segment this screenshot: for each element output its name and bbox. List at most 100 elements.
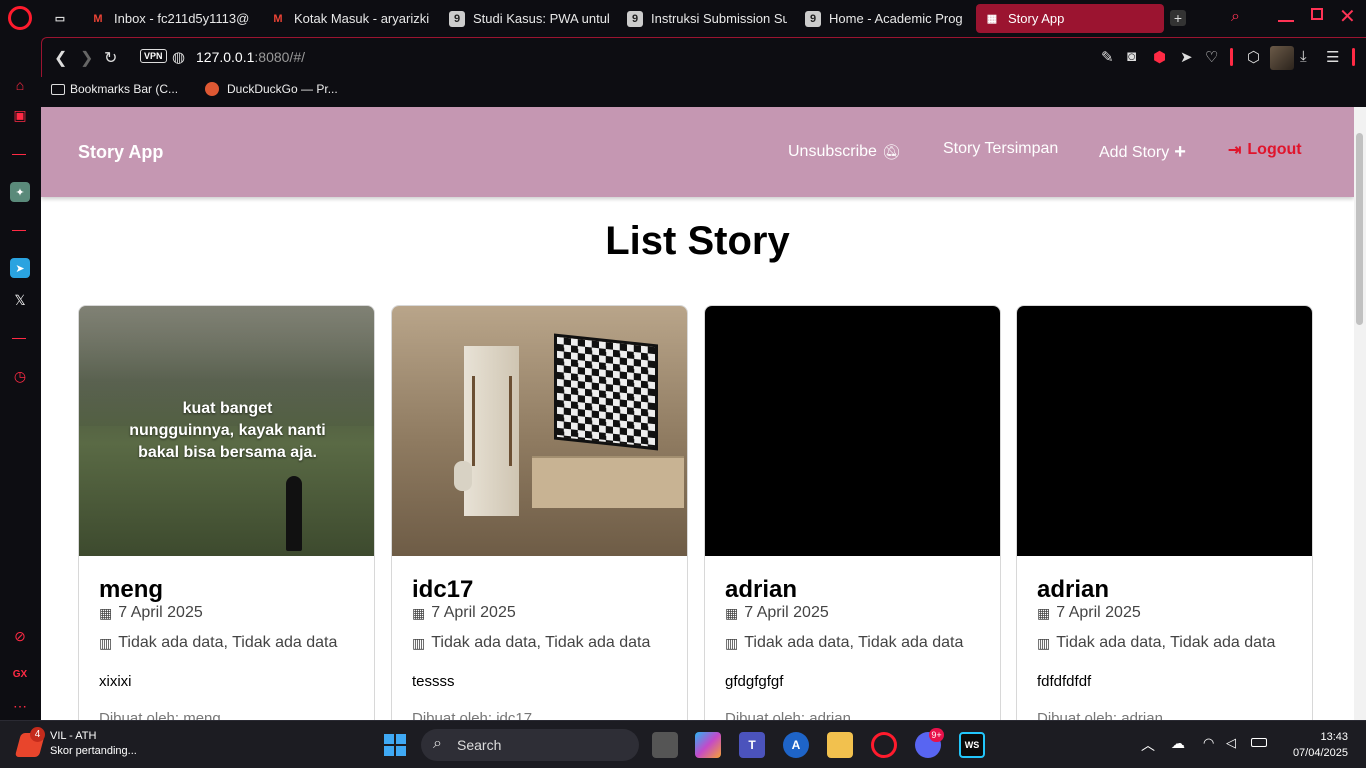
web-page: Story App Unsubscribe 🔕︎ Story Tersimpan…: [41, 107, 1354, 720]
bookmarks-bar: Bookmarks Bar (C... DuckDuckGo — Pr...: [41, 77, 1366, 107]
app-store-icon[interactable]: A: [783, 732, 809, 758]
gx-label[interactable]: GX: [10, 664, 30, 684]
story-image: [705, 306, 1000, 556]
person-silhouette: [286, 476, 302, 551]
wifi-icon[interactable]: ◠: [1203, 735, 1214, 751]
image-caption: kuat banget nungguinnya, kayak nanti bak…: [129, 400, 326, 461]
gmail-icon: M: [93, 12, 103, 25]
onedrive-cloud-icon[interactable]: ☁: [1171, 735, 1185, 752]
file-explorer-icon[interactable]: [827, 732, 853, 758]
chevron-up-icon[interactable]: ︿: [1141, 735, 1155, 755]
maximize-button[interactable]: [1311, 8, 1323, 20]
tab-story-app[interactable]: ▦ Story App: [976, 4, 1164, 33]
send-icon[interactable]: ➤: [1180, 48, 1193, 66]
story-card[interactable]: idc17 ▦ 7 April 2025 ▥ Tidak ada data, Tid…: [391, 305, 688, 720]
download-icon[interactable]: ⤓: [1300, 48, 1307, 65]
tab-home-academic[interactable]: 9 Home - Academic Prog: [805, 4, 965, 33]
tv-cabinet: [532, 456, 684, 508]
close-window-button[interactable]: ✕: [1339, 4, 1356, 29]
volume-icon[interactable]: ◁: [1226, 735, 1236, 751]
story-date: ▦ 7 April 2025: [99, 604, 203, 621]
map-icon: ▥: [725, 634, 739, 651]
story-description: fdfdfdfdf: [1037, 673, 1092, 690]
story-card[interactable]: kuat banget nungguinnya, kayak nanti bak…: [78, 305, 375, 720]
map-icon: ▥: [1037, 634, 1051, 651]
teams-icon[interactable]: T: [739, 732, 765, 758]
tab-instruksi[interactable]: 9 Instruksi Submission Su: [627, 4, 787, 33]
windows-start-icon[interactable]: [384, 734, 406, 756]
story-image: kuat banget nungguinnya, kayak nanti bak…: [79, 306, 374, 556]
more-icon[interactable]: ⋯: [10, 696, 30, 716]
system-clock[interactable]: 13:43 07/04/2025: [1293, 729, 1348, 761]
story-description: tessss: [412, 673, 455, 690]
duckduckgo-icon: [205, 82, 219, 96]
search-icon: ⌕: [433, 735, 442, 752]
telegram-icon[interactable]: ➤: [10, 258, 30, 278]
search-tabs-icon[interactable]: ⌕: [1231, 8, 1240, 26]
bookmark-folder[interactable]: Bookmarks Bar (C...: [51, 82, 178, 96]
reload-button[interactable]: ↻: [104, 48, 117, 68]
gx-disabled-icon[interactable]: ⊘: [10, 626, 30, 646]
history-clock-icon[interactable]: ◷: [10, 366, 30, 386]
story-created-by: Dibuat oleh: idc17: [412, 710, 533, 720]
unsubscribe-link[interactable]: Unsubscribe 🔕︎: [788, 143, 901, 161]
edit-icon[interactable]: ✎: [1101, 48, 1114, 66]
adblock-shield-icon[interactable]: ⬢: [1153, 48, 1166, 66]
url-field[interactable]: 127.0.0.1:8080/#/: [196, 49, 305, 65]
cube-icon[interactable]: ⬡: [1247, 48, 1260, 66]
new-tab-button[interactable]: +: [1170, 10, 1186, 26]
ram-limiter-icon[interactable]: ▣: [10, 105, 30, 125]
back-button[interactable]: ❮: [54, 48, 67, 68]
divider: [1352, 48, 1355, 66]
forward-button[interactable]: ❯: [80, 48, 93, 68]
story-date: ▦ 7 April 2025: [1037, 604, 1141, 621]
menu-icon[interactable]: ☰: [1326, 48, 1339, 66]
battery-icon[interactable]: [1251, 738, 1267, 747]
widget-text[interactable]: VIL - ATH Skor pertanding...: [50, 729, 137, 759]
bookmark-duckduckgo[interactable]: DuckDuckGo — Pr...: [205, 82, 338, 96]
heart-icon[interactable]: ♡: [1205, 48, 1218, 66]
broom-icon[interactable]: ⌂: [10, 75, 30, 95]
tab-inbox-1[interactable]: M Inbox - fc211d5y1113@s: [90, 4, 250, 33]
opera-logo-icon[interactable]: [8, 6, 32, 30]
story-location: ▥ Tidak ada data, Tidak ada data: [412, 634, 651, 651]
tab-workspace[interactable]: ▭: [52, 4, 74, 33]
task-view-icon[interactable]: [652, 732, 678, 758]
gmail-icon: M: [273, 12, 283, 25]
webstorm-icon[interactable]: WS: [959, 732, 985, 758]
camera-icon[interactable]: ◙: [1127, 48, 1136, 65]
plus-icon: +: [1174, 141, 1186, 163]
sidebar-divider: [12, 338, 26, 339]
add-story-link[interactable]: Add Story +: [1099, 141, 1186, 164]
bookshelf: [472, 376, 512, 466]
logout-link[interactable]: ⇥ Logout: [1228, 140, 1302, 160]
chatgpt-icon[interactable]: ✦: [10, 182, 30, 202]
vpn-badge[interactable]: VPN: [140, 49, 167, 63]
story-date: ▦ 7 April 2025: [725, 604, 829, 621]
grid-icon: ▦: [986, 13, 998, 25]
story-author-name: adrian: [725, 576, 798, 603]
calendar-icon: ▦: [99, 604, 113, 621]
story-card[interactable]: adrian ▦ 7 April 2025 ▥ Tidak ada data, Ti…: [1016, 305, 1313, 720]
dicoding-icon: 9: [449, 10, 465, 27]
globe-icon[interactable]: ◍: [172, 48, 185, 66]
copilot-icon[interactable]: [695, 732, 721, 758]
story-description: xixixi: [99, 673, 132, 690]
minimize-button[interactable]: [1278, 20, 1294, 22]
saved-stories-link[interactable]: Story Tersimpan: [943, 140, 1058, 158]
sign-out-icon: ⇥: [1228, 142, 1242, 159]
opera-taskbar-icon[interactable]: [871, 732, 897, 758]
profile-avatar[interactable]: [1270, 46, 1294, 70]
story-author-name: meng: [99, 576, 164, 603]
opera-sidebar: ⌂ ▣ ✦ ➤ 𝕏 ◷ ⊘ GX ⋯: [0, 37, 41, 720]
tab-studi-kasus[interactable]: 9 Studi Kasus: PWA untuk: [449, 4, 609, 33]
scrollbar-thumb[interactable]: [1356, 133, 1363, 325]
story-location: ▥ Tidak ada data, Tidak ada data: [1037, 634, 1276, 651]
app-brand[interactable]: Story App: [78, 142, 163, 163]
story-location: ▥ Tidak ada data, Tidak ada data: [725, 634, 964, 651]
taskbar-search[interactable]: ⌕ Search: [421, 729, 639, 761]
page-scrollbar[interactable]: [1354, 107, 1366, 720]
x-twitter-icon[interactable]: 𝕏: [10, 290, 30, 310]
tab-inbox-2[interactable]: M Kotak Masuk - aryarizki: [270, 4, 430, 33]
story-card[interactable]: adrian ▦ 7 April 2025 ▥ Tidak ada data, Ti…: [704, 305, 1001, 720]
